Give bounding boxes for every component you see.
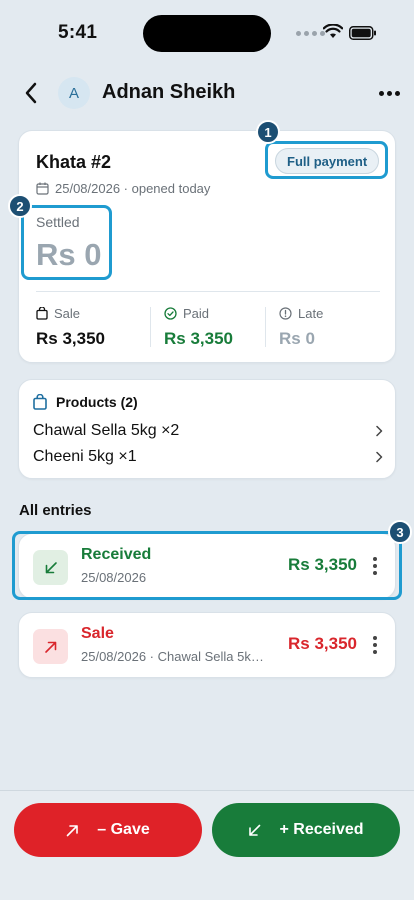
status-time: 5:41 bbox=[58, 22, 98, 43]
product-label: Cheeni 5kg ×1 bbox=[33, 448, 137, 465]
entry-row-sale[interactable]: Sale 25/08/2026 · Chawal Sella 5kg ×2 Rs… bbox=[18, 612, 396, 678]
check-circle-icon bbox=[164, 307, 177, 320]
annotation-badge: 1 bbox=[256, 120, 280, 144]
stat-late-label: Late bbox=[298, 306, 324, 321]
received-button-label: + Received bbox=[279, 821, 364, 838]
status-label: Settled bbox=[36, 214, 80, 230]
shopping-bag-icon bbox=[33, 394, 47, 410]
battery-icon bbox=[349, 26, 376, 40]
stat-late: Late Rs 0 bbox=[279, 306, 323, 349]
arrow-up-right-icon bbox=[66, 824, 79, 836]
entry-menu-button[interactable] bbox=[371, 633, 379, 657]
stat-paid-value: Rs 3,350 bbox=[164, 329, 233, 348]
stat-sale-label: Sale bbox=[54, 306, 81, 321]
arrow-down-left-icon bbox=[249, 824, 261, 836]
payment-type-badge[interactable]: Full payment bbox=[275, 148, 380, 174]
annotation-badge: 3 bbox=[388, 520, 412, 544]
product-label: Chawal Sella 5kg ×2 bbox=[33, 422, 180, 439]
gave-button-label: – Gave bbox=[97, 821, 150, 838]
stat-sale-value: Rs 3,350 bbox=[36, 329, 105, 348]
khata-card: Khata #2 Full payment 25/08/2026 · opene… bbox=[18, 130, 396, 363]
wifi-icon bbox=[323, 24, 343, 38]
stat-paid-label: Paid bbox=[183, 306, 210, 321]
info-icon bbox=[279, 307, 292, 320]
entry-name: Sale bbox=[81, 625, 114, 642]
entry-name: Received bbox=[81, 546, 152, 563]
product-item[interactable]: Cheeni 5kg ×1 bbox=[33, 444, 383, 470]
bottom-action-bar: – Gave + Received bbox=[0, 790, 414, 900]
stat-separator bbox=[150, 307, 151, 347]
signal-icon bbox=[296, 31, 325, 36]
entry-amount: Rs 3,350 bbox=[288, 555, 357, 574]
khata-date-row: 25/08/2026 · opened today bbox=[36, 181, 210, 196]
page-title: Adnan Sheikh bbox=[102, 81, 236, 103]
entry-amount: Rs 3,350 bbox=[288, 634, 357, 653]
back-button[interactable] bbox=[18, 80, 44, 106]
gave-button[interactable]: – Gave bbox=[14, 803, 202, 857]
avatar[interactable]: A bbox=[58, 77, 90, 109]
khata-title: Khata #2 bbox=[36, 152, 112, 172]
dynamic-island bbox=[143, 15, 271, 52]
chevron-right-icon bbox=[376, 425, 383, 437]
khata-date: 25/08/2026 · opened today bbox=[55, 181, 211, 196]
arrow-down-left-icon bbox=[33, 550, 68, 585]
more-options-button[interactable] bbox=[376, 83, 402, 103]
chevron-right-icon bbox=[376, 451, 383, 463]
status-amount: Rs 0 bbox=[36, 237, 102, 272]
status-bar: 5:41 bbox=[0, 0, 414, 60]
section-title: All entries bbox=[19, 502, 92, 519]
annotation-badge: 2 bbox=[8, 194, 32, 218]
products-title: Products (2) bbox=[56, 394, 138, 410]
stat-late-value: Rs 0 bbox=[279, 329, 315, 348]
stat-paid: Paid Rs 3,350 bbox=[164, 306, 233, 349]
shopping-bag-icon bbox=[36, 307, 48, 320]
products-header: Products (2) bbox=[33, 394, 138, 410]
entry-subtitle: 25/08/2026 · Chawal Sella 5kg ×2 bbox=[81, 649, 271, 664]
entry-subtitle: 25/08/2026 bbox=[81, 570, 147, 585]
chevron-left-icon bbox=[25, 82, 37, 104]
stat-separator bbox=[265, 307, 266, 347]
calendar-icon bbox=[36, 182, 49, 195]
header: A Adnan Sheikh bbox=[0, 72, 414, 116]
arrow-up-right-icon bbox=[33, 629, 68, 664]
product-item[interactable]: Chawal Sella 5kg ×2 bbox=[33, 418, 383, 444]
products-card: Products (2) Chawal Sella 5kg ×2 Cheeni … bbox=[18, 379, 396, 479]
stat-sale: Sale Rs 3,350 bbox=[36, 306, 105, 349]
entry-menu-button[interactable] bbox=[371, 554, 379, 578]
divider bbox=[36, 291, 380, 292]
entry-row-received[interactable]: Received 25/08/2026 Rs 3,350 bbox=[18, 533, 396, 599]
received-button[interactable]: + Received bbox=[212, 803, 400, 857]
